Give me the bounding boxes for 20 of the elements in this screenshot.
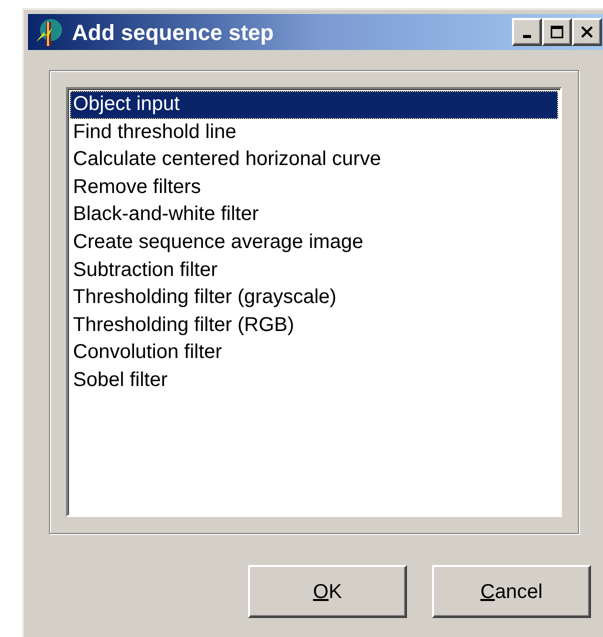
close-button[interactable]: [572, 18, 602, 46]
window-title: Add sequence step: [72, 18, 274, 47]
list-item[interactable]: Thresholding filter (RGB): [70, 312, 558, 340]
list-item[interactable]: Find threshold line: [70, 118, 558, 146]
list-item[interactable]: Black-and-white filter: [70, 201, 558, 229]
list-item[interactable]: Subtraction filter: [70, 256, 558, 284]
maximize-button[interactable]: [542, 18, 572, 46]
list-item[interactable]: Thresholding filter (grayscale): [70, 284, 558, 312]
list-item[interactable]: Remove filters: [70, 174, 558, 202]
minimize-icon: [523, 35, 531, 38]
list-item[interactable]: Object input: [70, 91, 558, 119]
close-icon: [580, 25, 594, 39]
list-item[interactable]: Create sequence average image: [70, 228, 558, 257]
list-item[interactable]: Convolution filter: [70, 339, 558, 367]
list-item[interactable]: Sobel filter: [70, 366, 558, 395]
minimize-button[interactable]: [512, 18, 542, 46]
dialog-button[interactable]: OK: [248, 565, 407, 618]
list-item[interactable]: Calculate centered horizonal curve: [70, 146, 558, 174]
dialog-button[interactable]: Cancel: [432, 565, 591, 618]
maximize-icon: [550, 25, 564, 39]
